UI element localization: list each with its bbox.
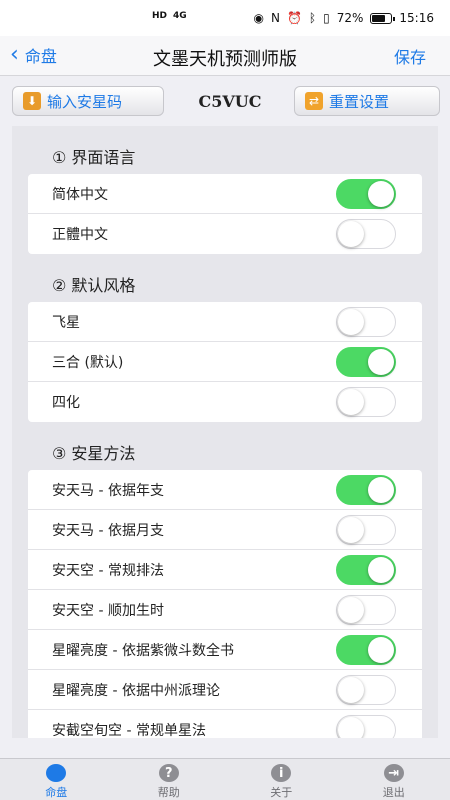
setting-row: 飞星 (28, 302, 422, 342)
tab-exit[interactable]: ⇥ 退出 (338, 759, 450, 800)
settings-sections: ① 界面语言 简体中文正體中文 ② 默认风格 飞星三合 (默认) 四化 ③ 安星方法安天马… (12, 126, 438, 738)
setting-toggle[interactable] (336, 475, 396, 505)
setting-label: 安天马 - 依据月支 (52, 522, 164, 539)
status-bar: HD 4G ◉ N ⏰ ᛒ ▯ 72% 15:16 (0, 0, 450, 36)
toggle-knob (368, 181, 394, 207)
setting-toggle[interactable] (336, 219, 396, 249)
setting-label: 星曜亮度 - 依据中州派理论 (52, 682, 220, 699)
battery-icon (370, 12, 396, 24)
setting-toggle[interactable] (336, 715, 396, 738)
tab-label: 关于 (270, 786, 293, 799)
toggle-knob (368, 349, 394, 375)
save-button[interactable]: 保存 (394, 44, 426, 68)
setting-toggle[interactable] (336, 307, 396, 337)
help-icon: ? (158, 764, 179, 782)
toggle-knob (338, 389, 364, 415)
signal-indicators: HD 4G (152, 11, 187, 21)
setting-row: 正體中文 (28, 214, 422, 254)
tab-info[interactable]: i 关于 (225, 759, 338, 800)
nfc-icon: N (270, 11, 280, 25)
reset-settings-label: 重置设置 (329, 92, 390, 111)
settings-group: 简体中文 正體中文 (28, 174, 422, 254)
setting-row: 星曜亮度 - 依据中州派理论 (28, 670, 422, 710)
vibrate-icon: ▯ (323, 11, 330, 25)
setting-toggle[interactable] (336, 555, 396, 585)
setting-toggle[interactable] (336, 675, 396, 705)
settings-group: 安天马 - 依据年支 安天马 - 依据月支 安天空 - 常规排法 安天空 - 顺加生时… (28, 470, 422, 738)
setting-label: 三合 (默认) (52, 354, 124, 371)
toggle-knob (368, 477, 394, 503)
disc-icon (46, 764, 67, 782)
setting-row: 简体中文 (28, 174, 422, 214)
setting-toggle[interactable] (336, 515, 396, 545)
setting-toggle[interactable] (336, 179, 396, 209)
toggle-knob (368, 637, 394, 663)
setting-label: 正體中文 (52, 227, 108, 243)
setting-label: 简体中文 (52, 186, 108, 203)
bluetooth-icon: ᛒ (308, 11, 317, 25)
setting-row: 安截空旬空 - 常规单星法 (28, 710, 422, 738)
setting-row: 四化 (28, 382, 422, 422)
toggle-knob (338, 309, 364, 335)
hd-badge: HD (152, 11, 168, 21)
section-title: ① 界面语言 (52, 148, 136, 167)
toolbar: ⬇ 输入安星码 C5VUC ⇄ 重置设置 (0, 76, 450, 126)
setting-toggle[interactable] (336, 595, 396, 625)
section-title: ③ 安星方法 (52, 444, 136, 463)
alarm-icon: ⏰ (286, 11, 302, 25)
setting-label: 飞星 (52, 314, 80, 331)
setting-row: 安天马 - 依据月支 (28, 510, 422, 550)
refresh-icon: ⇄ (305, 92, 323, 110)
setting-toggle[interactable] (336, 387, 396, 417)
tab-disc[interactable]: 命盘 (0, 759, 113, 800)
tab-label: 帮助 (157, 786, 180, 799)
settings-panel[interactable]: ① 界面语言 简体中文正體中文 ② 默认风格 飞星三合 (默认) 四化 ③ 安星方法安天马… (12, 126, 438, 738)
reset-settings-button[interactable]: ⇄ 重置设置 (294, 86, 440, 116)
setting-label: 四化 (52, 395, 80, 411)
download-tray-icon: ⬇ (23, 92, 41, 110)
info-icon: i (271, 764, 292, 782)
toggle-knob (338, 221, 364, 247)
setting-row: 安天空 - 常规排法 (28, 550, 422, 590)
exit-icon: ⇥ (383, 764, 404, 782)
section-title: ② 默认风格 (52, 276, 136, 295)
toggle-knob (338, 677, 364, 703)
eye-icon: ◉ (253, 11, 264, 25)
settings-group: 飞星三合 (默认) 四化 (28, 302, 422, 422)
status-time: 15:16 (399, 11, 434, 25)
page-title: 文墨天机预测师版 (153, 49, 297, 70)
tab-bar: 命盘? 帮助 i 关于 ⇥ 退出 (0, 758, 450, 800)
tab-label: 退出 (382, 786, 405, 799)
toggle-knob (338, 517, 364, 543)
battery-percent: 72% (336, 11, 364, 25)
network-type: 4G (173, 11, 187, 21)
star-code: C5VUC (198, 92, 262, 111)
setting-label: 安天马 - 依据年支 (52, 482, 164, 499)
setting-row: 星曜亮度 - 依据紫微斗数全书 (28, 630, 422, 670)
tab-help[interactable]: ? 帮助 (113, 759, 226, 800)
toggle-knob (338, 597, 364, 623)
navigation-bar: ‹ 命盘 文墨天机预测师版 保存 (0, 36, 450, 76)
setting-row: 安天马 - 依据年支 (28, 470, 422, 510)
setting-label: 星曜亮度 - 依据紫微斗数全书 (52, 642, 234, 659)
setting-label: 安截空旬空 - 常规单星法 (52, 723, 206, 738)
setting-row: 安天空 - 顺加生时 (28, 590, 422, 630)
setting-row: 三合 (默认) (28, 342, 422, 382)
toggle-knob (368, 557, 394, 583)
import-code-label: 输入安星码 (47, 92, 123, 111)
tab-label: 命盘 (45, 786, 68, 799)
setting-toggle[interactable] (336, 635, 396, 665)
setting-label: 安天空 - 顺加生时 (52, 602, 164, 619)
import-code-button[interactable]: ⬇ 输入安星码 (12, 86, 164, 116)
setting-toggle[interactable] (336, 347, 396, 377)
toggle-knob (338, 717, 364, 738)
setting-label: 安天空 - 常规排法 (52, 562, 164, 579)
